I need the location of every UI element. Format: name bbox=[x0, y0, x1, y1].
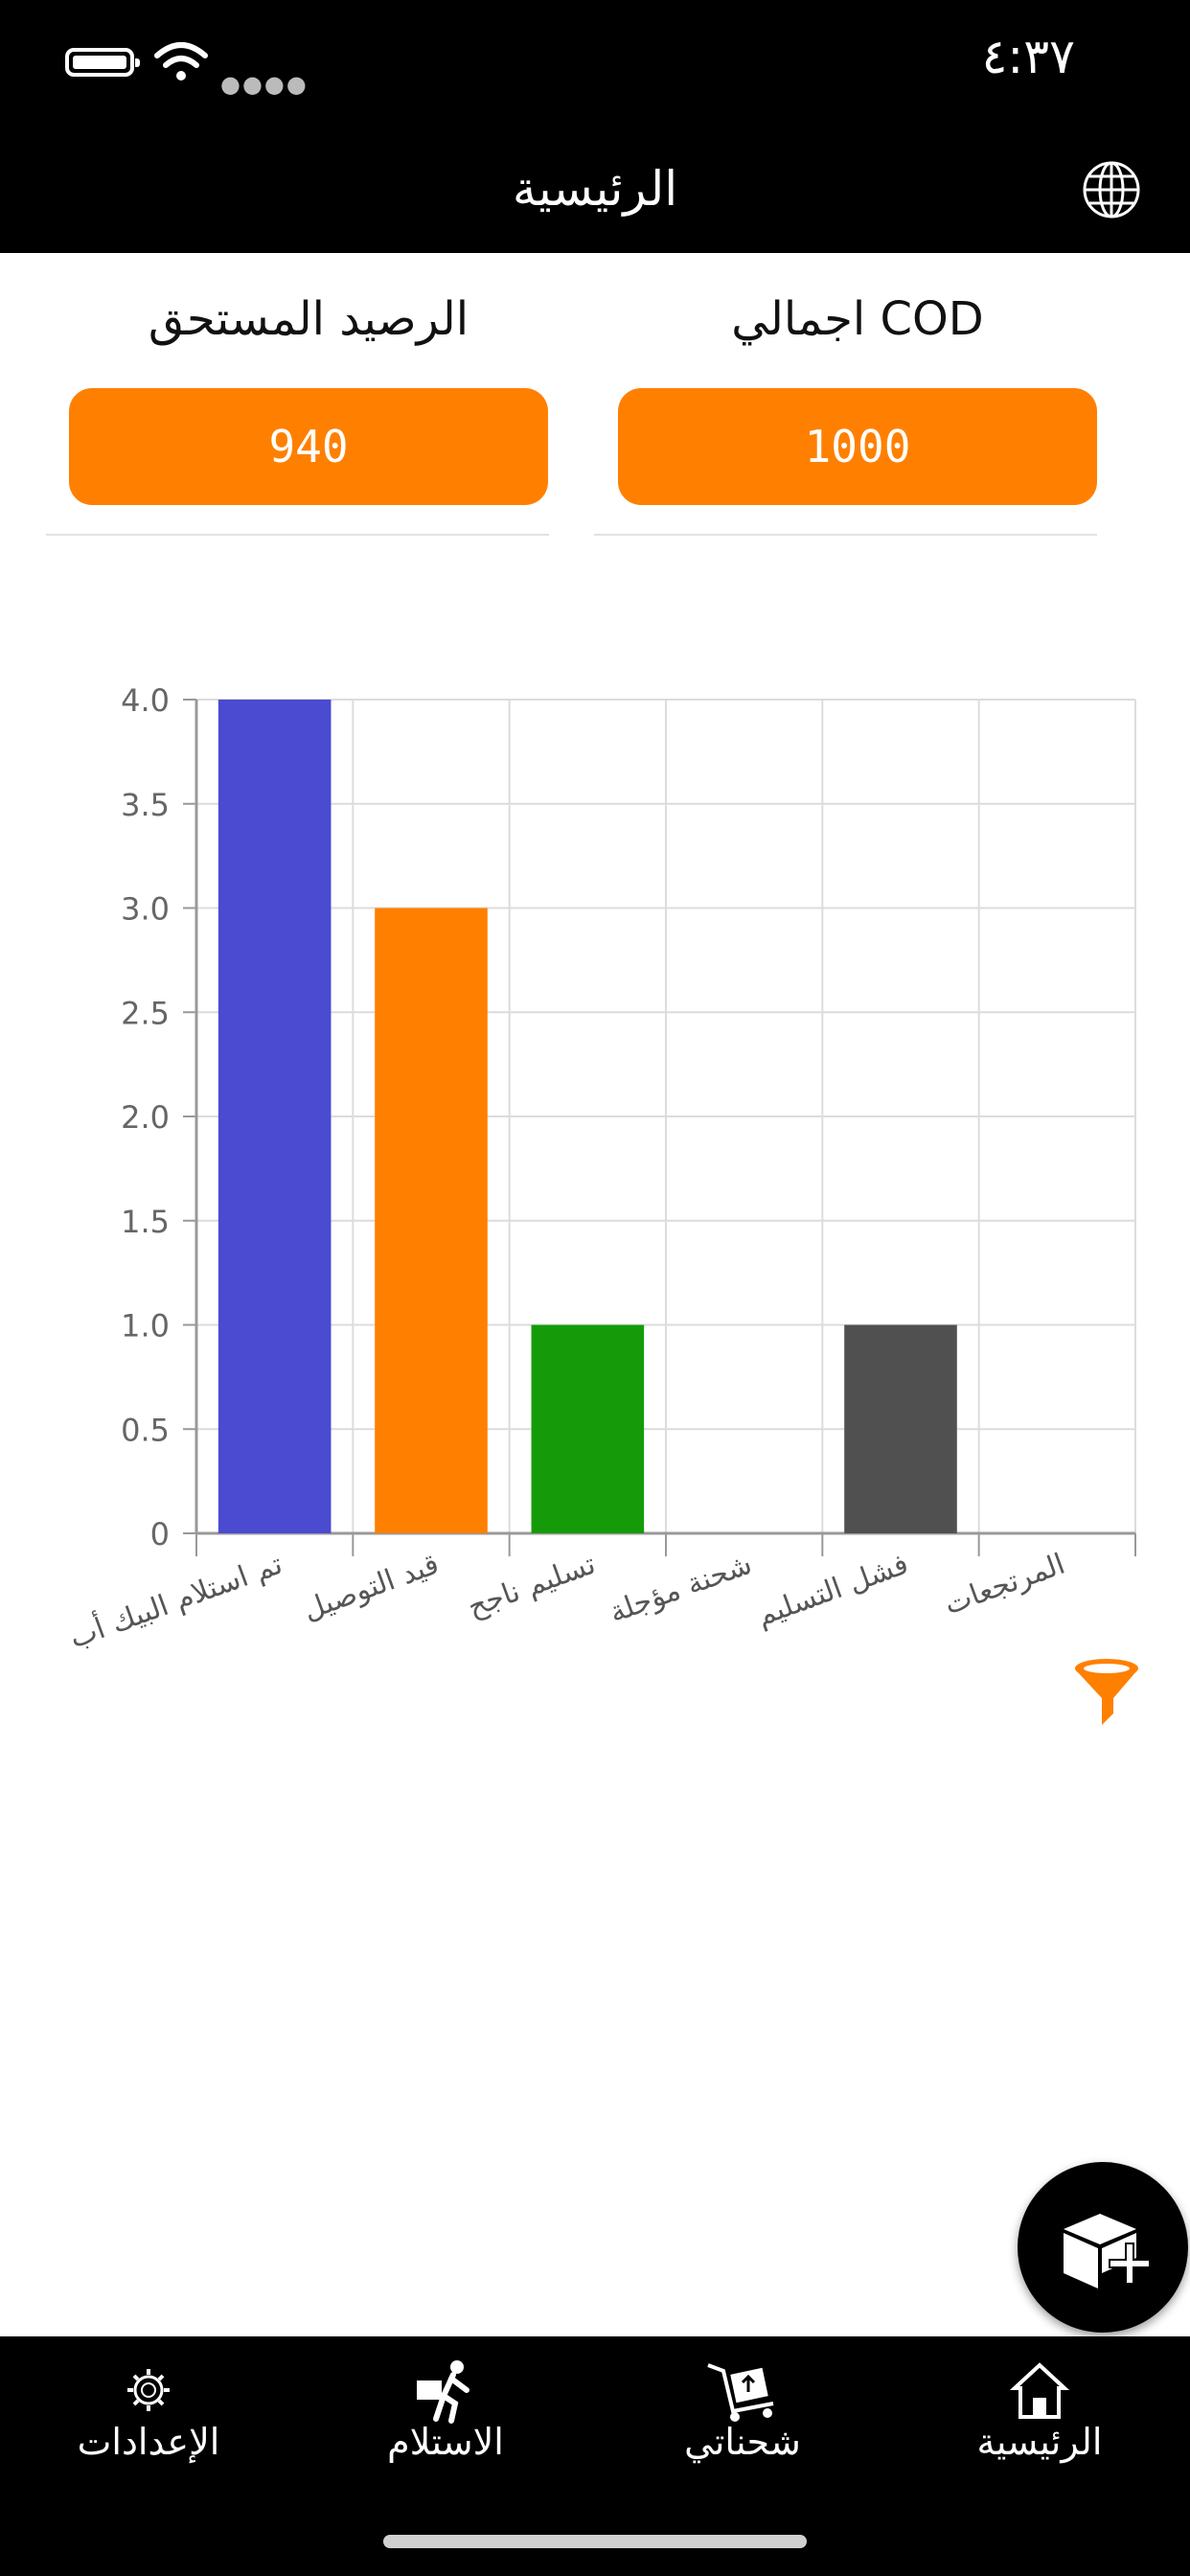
tab-home-label: الرئيسية bbox=[976, 2421, 1103, 2463]
x-tick-label: المرتجعات bbox=[940, 1548, 1069, 1622]
signal-icon: ●●●● bbox=[220, 71, 309, 98]
divider bbox=[46, 534, 549, 536]
home-indicator bbox=[383, 2535, 807, 2548]
bar-1 bbox=[217, 700, 332, 1533]
tab-my-shipments[interactable]: شحناتي bbox=[594, 2336, 891, 2499]
battery-icon bbox=[65, 48, 140, 77]
bar-2 bbox=[375, 908, 488, 1533]
add-package-icon bbox=[1064, 2214, 1151, 2288]
pickup-person-icon bbox=[417, 2360, 469, 2424]
shipments-cart-icon bbox=[707, 2363, 774, 2422]
gear-icon bbox=[127, 2369, 170, 2411]
globe-icon[interactable] bbox=[1081, 159, 1142, 220]
balance-due-label: الرصيد المستحق bbox=[148, 292, 469, 346]
add-shipment-button[interactable] bbox=[1018, 2162, 1188, 2333]
status-time: ٤:٣٧ bbox=[981, 29, 1075, 84]
y-tick-label: 2.5 bbox=[121, 995, 170, 1031]
cod-total-value: 1000 bbox=[618, 388, 1097, 505]
y-tick-label: 1.5 bbox=[121, 1204, 170, 1240]
x-tick-label: تم استلام البيك أب bbox=[64, 1544, 287, 1655]
home-icon bbox=[1009, 2362, 1070, 2419]
y-tick-label: 0.5 bbox=[121, 1412, 170, 1448]
y-tick-label: 2.0 bbox=[121, 1099, 170, 1136]
nav-bar: الرئيسية bbox=[0, 134, 1190, 253]
wifi-icon bbox=[154, 42, 208, 80]
status-bar: ●●●● ٤:٣٧ bbox=[0, 0, 1190, 134]
tab-pickup[interactable]: الاستلام bbox=[297, 2336, 594, 2499]
tab-pickup-label: الاستلام bbox=[387, 2421, 504, 2463]
filter-icon[interactable] bbox=[1071, 1656, 1142, 1729]
tab-settings-label: الإعدادات bbox=[77, 2421, 220, 2463]
y-tick-label: 3.5 bbox=[121, 787, 170, 823]
divider bbox=[594, 534, 1097, 536]
tab-home[interactable]: الرئيسية bbox=[891, 2336, 1188, 2499]
page-title: الرئيسية bbox=[512, 161, 678, 217]
bar-3 bbox=[531, 1324, 645, 1533]
x-tick-label: شحنة مؤجلة bbox=[605, 1548, 756, 1630]
balance-due-value: 940 bbox=[69, 388, 548, 505]
y-tick-label: 1.0 bbox=[121, 1308, 170, 1345]
y-tick-label: 4.0 bbox=[121, 682, 170, 719]
bar-5 bbox=[844, 1324, 957, 1533]
x-tick-label: تسليم ناجح bbox=[463, 1548, 600, 1624]
cod-total-label: اجمالي COD bbox=[731, 292, 984, 346]
x-tick-label: فشل التسليم bbox=[752, 1548, 913, 1634]
x-tick-label: قيد التوصيل bbox=[299, 1548, 444, 1627]
y-tick-label: 0 bbox=[150, 1516, 170, 1552]
tab-settings[interactable]: الإعدادات bbox=[0, 2336, 297, 2499]
y-tick-label: 3.0 bbox=[121, 891, 170, 928]
shipments-bar-chart: 0 0.5 1.0 1.5 2.0 2.5 3.0 3.5 4.0 تم استلام البيك… bbox=[64, 682, 1136, 1655]
tab-my-shipments-label: شحناتي bbox=[684, 2421, 801, 2463]
